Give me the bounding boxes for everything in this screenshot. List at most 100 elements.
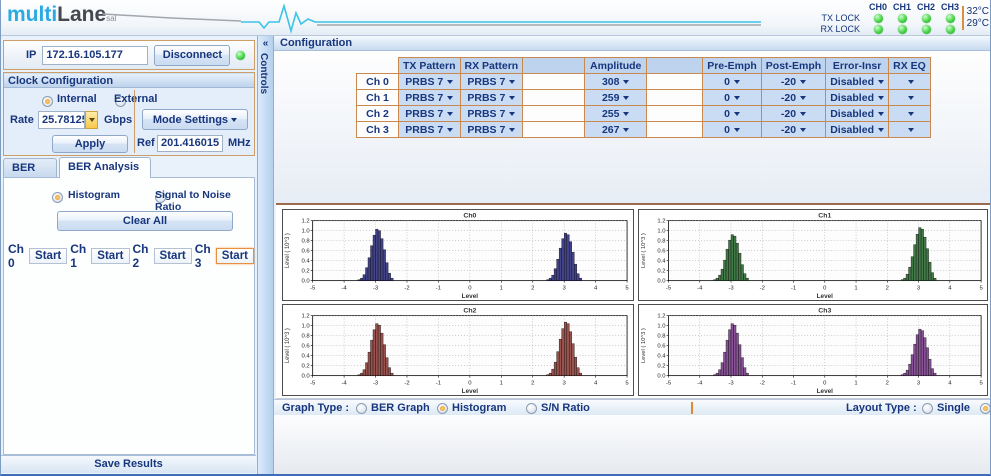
- ch2-start-button[interactable]: Start: [154, 248, 192, 264]
- chevron-down-icon: [800, 80, 806, 84]
- svg-text:Level ( 10^3 ): Level ( 10^3 ): [285, 328, 291, 363]
- svg-text:0.8: 0.8: [657, 239, 665, 245]
- connection-status-led: [236, 51, 245, 60]
- layout-multi-radio[interactable]: [980, 403, 991, 414]
- ch3-amplitude-dropdown[interactable]: 267: [585, 122, 647, 138]
- ch3-label: Ch 3: [195, 242, 213, 270]
- histogram-graph-radio[interactable]: [437, 403, 448, 414]
- chevron-down-icon: [623, 112, 629, 116]
- sn-ratio-radio-label: S/N Ratio: [541, 402, 590, 414]
- chevron-down-icon: [447, 128, 453, 132]
- svg-text:0.0: 0.0: [657, 374, 666, 380]
- table-row: Ch 0 PRBS 7 PRBS 7 308 0 -20 Disabled: [357, 74, 931, 90]
- ch3-error-insr-dropdown[interactable]: Disabled: [826, 122, 889, 138]
- ch3-start-button[interactable]: Start: [216, 248, 254, 264]
- lock-status-grid: CH0 CH1 CH2 CH3 TX LOCK RX LOCK: [820, 2, 968, 35]
- ch2-error-insr-dropdown[interactable]: Disabled: [826, 106, 889, 122]
- svg-text:0.4: 0.4: [301, 354, 310, 360]
- sn-ratio-radio[interactable]: [526, 403, 537, 414]
- clear-all-button[interactable]: Clear All: [57, 211, 233, 231]
- ch3-rx-eq-dropdown[interactable]: [888, 122, 930, 138]
- internal-clock-radio[interactable]: [42, 96, 53, 107]
- ch2-tx-pattern-dropdown[interactable]: PRBS 7: [399, 106, 461, 122]
- apply-button[interactable]: Apply: [52, 135, 128, 153]
- ch1-error-insr-dropdown[interactable]: Disabled: [826, 90, 889, 106]
- svg-text:Level: Level: [817, 293, 834, 300]
- ber-graph-radio[interactable]: [356, 403, 367, 414]
- chevron-down-icon: [231, 118, 237, 122]
- ref-frequency-value: 201.416015: [157, 135, 223, 152]
- ch1-pre-emph-dropdown[interactable]: 0: [703, 90, 762, 106]
- svg-text:2: 2: [531, 380, 534, 386]
- chevron-down-icon: [734, 96, 740, 100]
- ch3-tx-pattern-dropdown[interactable]: PRBS 7: [399, 122, 461, 138]
- tab-ber-analysis[interactable]: BER Analysis: [59, 157, 151, 178]
- chevron-down-icon: [734, 112, 740, 116]
- tab-ber[interactable]: BER: [3, 158, 57, 178]
- ch0-post-emph-dropdown[interactable]: -20: [761, 74, 825, 90]
- ch3-post-emph-dropdown[interactable]: -20: [761, 122, 825, 138]
- histogram-radio[interactable]: [52, 192, 63, 203]
- svg-text:-2: -2: [760, 380, 765, 386]
- clock-configuration-section: Clock Configuration Internal External Ra…: [3, 72, 255, 156]
- svg-text:-4: -4: [697, 380, 703, 386]
- ch0-rx-eq-dropdown[interactable]: [888, 74, 930, 90]
- svg-text:0.8: 0.8: [301, 239, 309, 245]
- svg-text:3: 3: [917, 285, 920, 291]
- rate-label: Rate: [10, 114, 34, 126]
- ch1-start-button[interactable]: Start: [91, 248, 129, 264]
- ch0-pre-emph-dropdown[interactable]: 0: [703, 74, 762, 90]
- collapse-chevrons-icon[interactable]: «: [258, 38, 273, 49]
- svg-text:0.2: 0.2: [301, 269, 309, 275]
- svg-text:-2: -2: [760, 285, 765, 291]
- ch0-rx-pattern-dropdown[interactable]: PRBS 7: [460, 74, 523, 90]
- chevron-down-icon: [509, 128, 515, 132]
- svg-text:-5: -5: [666, 380, 671, 386]
- svg-text:1: 1: [854, 380, 857, 386]
- rate-combobox[interactable]: 25.78125: [38, 111, 98, 129]
- rx-eq-header: RX EQ: [888, 58, 930, 74]
- chevron-down-icon: [89, 118, 95, 122]
- save-results-button[interactable]: Save Results: [1, 455, 256, 473]
- ch2-pre-emph-dropdown[interactable]: 0: [703, 106, 762, 122]
- svg-text:1.2: 1.2: [301, 314, 309, 320]
- ch3-rx-pattern-dropdown[interactable]: PRBS 7: [460, 122, 523, 138]
- ch2-rx-pattern-dropdown[interactable]: PRBS 7: [460, 106, 523, 122]
- histogram-chart-ch2: Ch20.00.20.40.60.81.01.2-5-4-3-2-1012345…: [282, 304, 634, 396]
- ch1-amplitude-dropdown[interactable]: 259: [585, 90, 647, 106]
- ch3-pre-emph-dropdown[interactable]: 0: [703, 122, 762, 138]
- rate-value[interactable]: 25.78125: [38, 111, 85, 129]
- ch0-tx-pattern-dropdown[interactable]: PRBS 7: [399, 74, 461, 90]
- ch0-start-button[interactable]: Start: [29, 248, 67, 264]
- ch1-post-emph-dropdown[interactable]: -20: [761, 90, 825, 106]
- ip-input[interactable]: [42, 46, 148, 65]
- external-clock-label: External: [114, 93, 157, 105]
- mode-settings-button[interactable]: Mode Settings: [142, 109, 248, 130]
- ch2-post-emph-dropdown[interactable]: -20: [761, 106, 825, 122]
- amplitude-header: Amplitude: [585, 58, 647, 74]
- svg-text:3: 3: [563, 380, 566, 386]
- graph-type-label: Graph Type :: [282, 402, 349, 414]
- svg-text:1.2: 1.2: [301, 219, 309, 225]
- disconnect-button[interactable]: Disconnect: [154, 45, 230, 66]
- ch0-amplitude-dropdown[interactable]: 308: [585, 74, 647, 90]
- svg-text:Level ( 10^3 ): Level ( 10^3 ): [641, 328, 647, 363]
- svg-text:2: 2: [531, 285, 534, 291]
- chevron-down-icon: [800, 96, 806, 100]
- svg-text:3: 3: [563, 285, 566, 291]
- chevron-down-icon: [878, 96, 884, 100]
- svg-text:-3: -3: [728, 285, 733, 291]
- ch1-tx-pattern-dropdown[interactable]: PRBS 7: [399, 90, 461, 106]
- rate-dropdown-button[interactable]: [85, 111, 98, 129]
- svg-text:-1: -1: [791, 285, 796, 291]
- ch0-error-insr-dropdown[interactable]: Disabled: [826, 74, 889, 90]
- tx-lock-led-ch0: [874, 14, 883, 23]
- ch2-rx-eq-dropdown[interactable]: [888, 106, 930, 122]
- ch2-amplitude-dropdown[interactable]: 255: [585, 106, 647, 122]
- chevron-down-icon: [623, 96, 629, 100]
- ch1-rx-eq-dropdown[interactable]: [888, 90, 930, 106]
- ch1-rx-pattern-dropdown[interactable]: PRBS 7: [460, 90, 523, 106]
- layout-single-radio[interactable]: [922, 403, 933, 414]
- controls-collapse-strip[interactable]: « Controls: [258, 36, 274, 476]
- svg-text:Ch1: Ch1: [818, 213, 831, 220]
